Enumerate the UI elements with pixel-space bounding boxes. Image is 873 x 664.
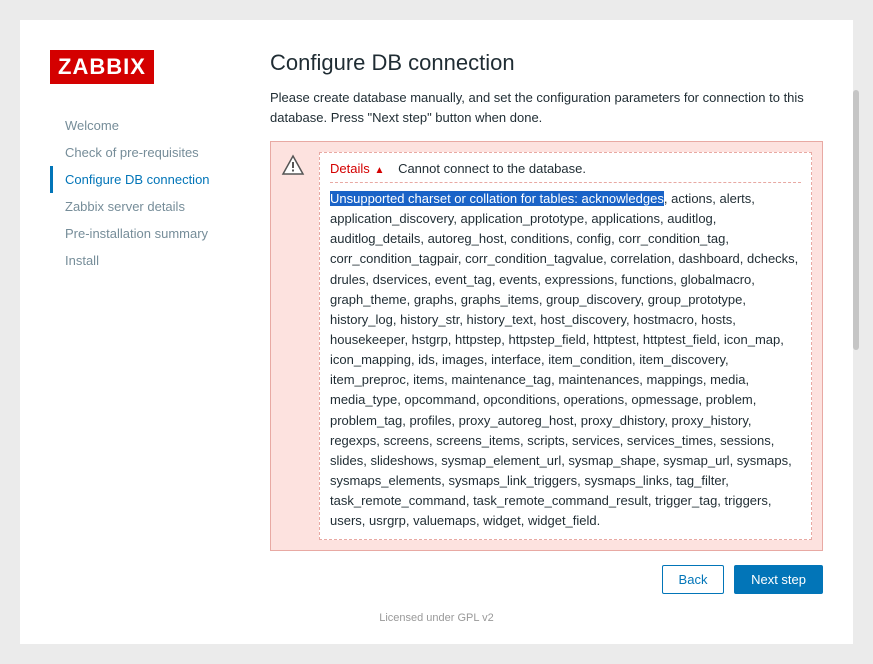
error-box: Details ▲ Cannot connect to the database… xyxy=(270,141,823,551)
step-zabbix-server-details[interactable]: Zabbix server details xyxy=(50,193,240,220)
sidebar: ZABBIX WelcomeCheck of pre-requisitesCon… xyxy=(50,50,240,594)
page-description: Please create database manually, and set… xyxy=(270,88,823,127)
scrollbar[interactable] xyxy=(853,90,859,350)
step-welcome[interactable]: Welcome xyxy=(50,112,240,139)
details-toggle[interactable]: Details ▲ xyxy=(330,161,384,176)
back-button[interactable]: Back xyxy=(662,565,725,594)
button-row: Back Next step xyxy=(270,565,823,594)
logo: ZABBIX xyxy=(50,50,154,84)
error-summary: Cannot connect to the database. xyxy=(398,161,586,176)
warning-icon xyxy=(281,154,307,540)
step-pre-installation-summary[interactable]: Pre-installation summary xyxy=(50,220,240,247)
error-content: Details ▲ Cannot connect to the database… xyxy=(319,152,812,540)
steps-list: WelcomeCheck of pre-requisitesConfigure … xyxy=(50,112,240,274)
step-install[interactable]: Install xyxy=(50,247,240,274)
error-tables: , actions, alerts, application_discovery… xyxy=(330,191,798,528)
error-highlight: Unsupported charset or collation for tab… xyxy=(330,191,664,206)
error-body: Unsupported charset or collation for tab… xyxy=(330,189,801,531)
step-check-of-pre-requisites[interactable]: Check of pre-requisites xyxy=(50,139,240,166)
next-button[interactable]: Next step xyxy=(734,565,823,594)
caret-up-icon: ▲ xyxy=(372,165,385,176)
step-configure-db-connection[interactable]: Configure DB connection xyxy=(50,166,240,193)
main-content: Configure DB connection Please create da… xyxy=(270,50,823,594)
page-title: Configure DB connection xyxy=(270,50,823,76)
footer: Licensed under GPL v2 xyxy=(50,612,823,624)
error-head: Details ▲ Cannot connect to the database… xyxy=(330,161,801,183)
